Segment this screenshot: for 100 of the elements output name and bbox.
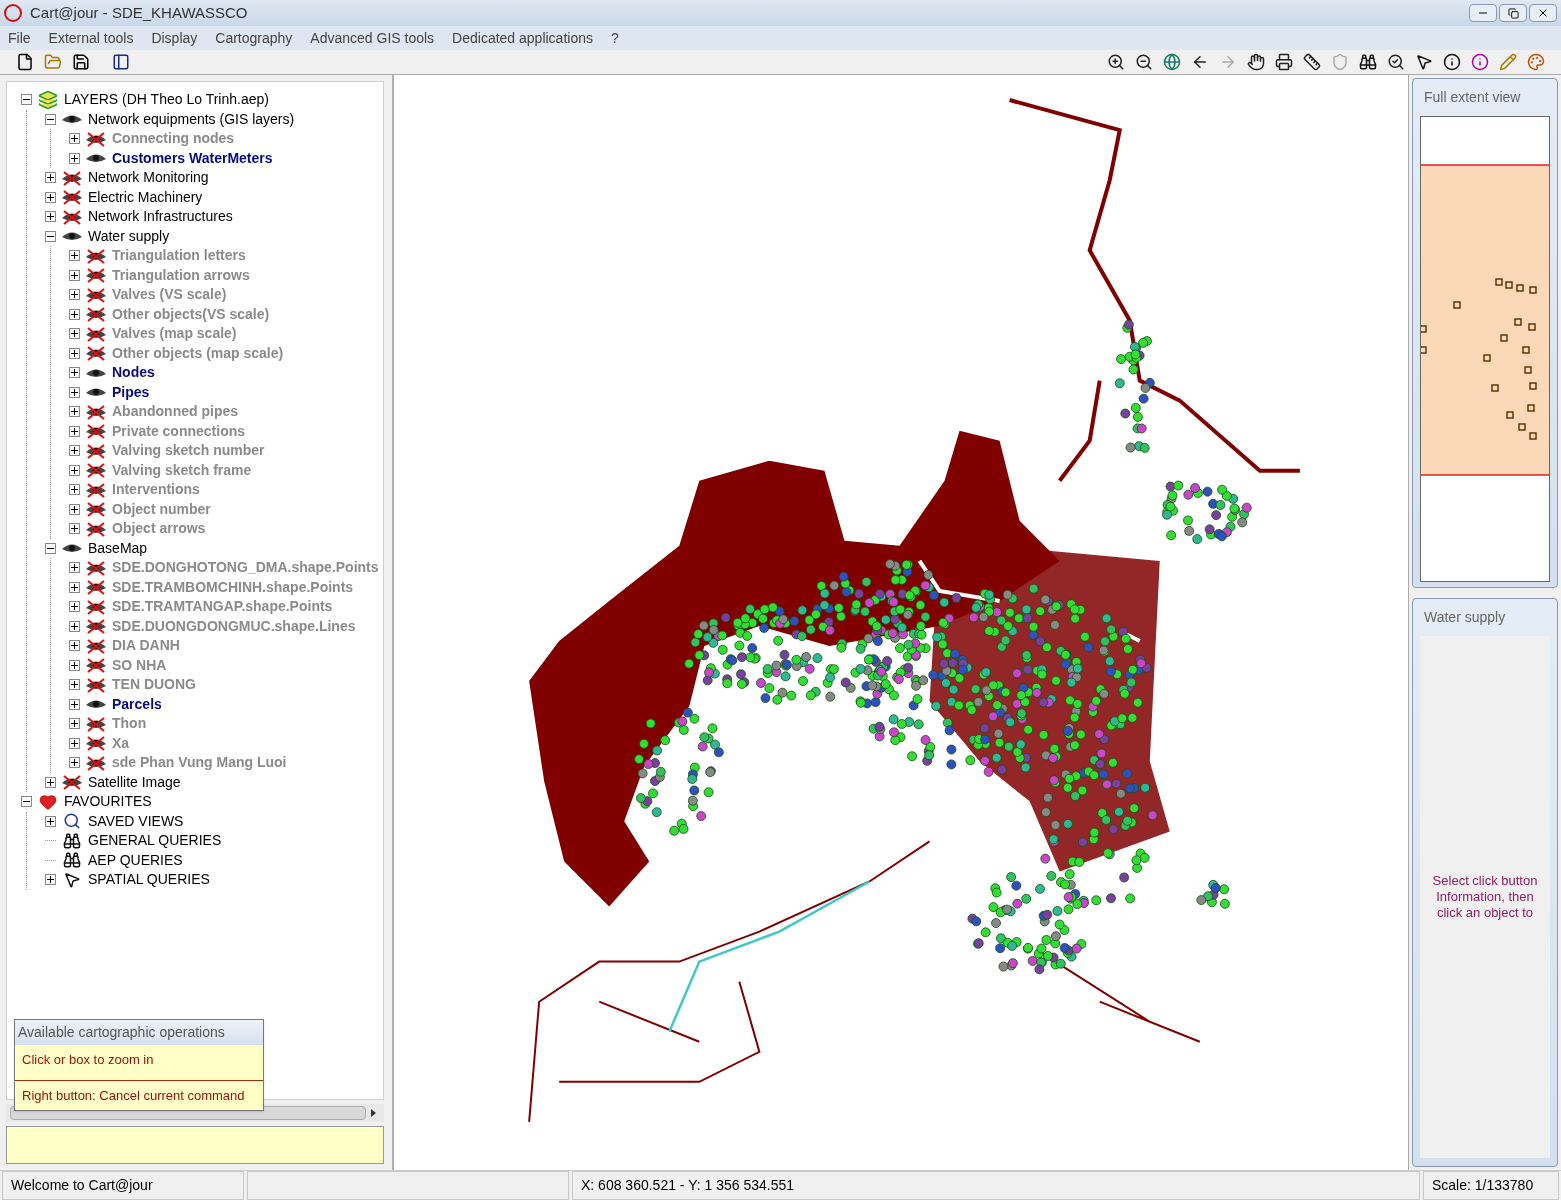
expand-toggle[interactable] [69, 679, 80, 691]
tree-item-label[interactable]: Customers WaterMeters [112, 147, 273, 169]
expand-toggle[interactable] [69, 562, 80, 574]
save-icon[interactable] [72, 53, 90, 71]
crossed-eye-icon[interactable] [85, 598, 107, 615]
collapse-toggle[interactable] [21, 796, 32, 808]
expand-toggle[interactable] [69, 133, 80, 145]
crossed-eye-icon[interactable] [85, 637, 107, 654]
crossed-eye-icon[interactable] [85, 520, 107, 537]
menu-item[interactable]: Cartography [215, 27, 293, 49]
overview-map-drawing[interactable] [1421, 117, 1549, 581]
expand-toggle[interactable] [69, 464, 80, 476]
crossed-eye-icon[interactable] [85, 247, 107, 264]
ruler-icon[interactable] [1303, 53, 1321, 71]
expand-toggle[interactable] [69, 620, 80, 632]
crossed-eye-icon[interactable] [85, 754, 107, 771]
zoom-out-icon[interactable] [1135, 53, 1153, 71]
expand-toggle[interactable] [45, 874, 56, 886]
crossed-eye-icon[interactable] [85, 715, 107, 732]
crossed-eye-icon[interactable] [61, 774, 83, 791]
tree-item-label[interactable]: LAYERS (DH Theo Lo Trinh.aep) [64, 89, 269, 111]
crossed-eye-icon[interactable] [85, 657, 107, 674]
tree-item-label[interactable]: SAVED VIEWS [88, 810, 184, 832]
tree-item-label[interactable]: Network Monitoring [88, 167, 209, 189]
expand-toggle[interactable] [69, 406, 80, 418]
palette-icon[interactable] [1527, 53, 1545, 71]
expand-toggle[interactable] [45, 172, 56, 184]
select-pointer-icon[interactable] [1415, 53, 1433, 71]
menu-item[interactable]: External tools [48, 27, 134, 49]
panel-toggle-icon[interactable] [112, 53, 130, 71]
crossed-eye-icon[interactable] [85, 579, 107, 596]
tree-item-label[interactable]: GENERAL QUERIES [88, 830, 222, 852]
expand-toggle[interactable] [69, 445, 80, 457]
expand-toggle[interactable] [69, 757, 80, 769]
expand-toggle[interactable] [69, 503, 80, 515]
expand-toggle[interactable] [69, 581, 80, 593]
crossed-eye-icon[interactable] [85, 501, 107, 518]
expand-toggle[interactable] [69, 250, 80, 262]
crossed-eye-icon[interactable] [85, 676, 107, 693]
expand-toggle[interactable] [69, 328, 80, 340]
hand-icon[interactable] [1247, 53, 1265, 71]
crossed-eye-icon[interactable] [85, 618, 107, 635]
menu-item[interactable]: Display [151, 27, 198, 49]
expand-toggle[interactable] [69, 484, 80, 496]
globe-icon[interactable] [1163, 53, 1181, 71]
expand-toggle[interactable] [45, 776, 56, 788]
crossed-eye-icon[interactable] [85, 267, 107, 284]
query-zoom-icon[interactable] [1387, 53, 1405, 71]
collapse-toggle[interactable] [21, 94, 32, 106]
collapse-toggle[interactable] [45, 542, 56, 554]
crossed-eye-icon[interactable] [61, 208, 83, 225]
crossed-eye-icon[interactable] [85, 559, 107, 576]
crossed-eye-icon[interactable] [85, 735, 107, 752]
crossed-eye-icon[interactable] [85, 286, 107, 303]
info-icon[interactable] [1443, 53, 1461, 71]
tree-item-label[interactable]: SPATIAL QUERIES [88, 869, 210, 891]
tree-item-label[interactable]: SO NHA [112, 654, 167, 676]
tree-item-label[interactable]: Pipes [112, 381, 150, 403]
command-field[interactable] [6, 1126, 384, 1164]
crossed-eye-icon[interactable] [85, 345, 107, 362]
open-folder-icon[interactable] [44, 53, 62, 71]
expand-toggle[interactable] [69, 601, 80, 613]
crossed-eye-icon[interactable] [85, 130, 107, 147]
binoculars-icon[interactable] [1359, 53, 1377, 71]
crossed-eye-icon[interactable] [85, 423, 107, 440]
new-file-icon[interactable] [16, 53, 34, 71]
menu-item[interactable]: ? [610, 27, 619, 49]
crossed-eye-icon[interactable] [61, 169, 83, 186]
crossed-eye-icon[interactable] [85, 442, 107, 459]
expand-toggle[interactable] [69, 659, 80, 671]
crossed-eye-icon[interactable] [85, 481, 107, 498]
expand-toggle[interactable] [69, 640, 80, 652]
crossed-eye-icon[interactable] [85, 462, 107, 479]
crossed-eye-icon[interactable] [85, 306, 107, 323]
scroll-right-arrow-icon[interactable] [370, 1109, 376, 1117]
tree-item-label[interactable]: Electric Machinery [88, 186, 203, 208]
menu-item[interactable]: Dedicated applications [452, 27, 593, 49]
tree-item-label[interactable]: Network Infrastructures [88, 206, 233, 228]
expand-toggle[interactable] [69, 152, 80, 164]
minimize-button[interactable] [1469, 4, 1497, 22]
tree-item-label[interactable]: FAVOURITES [64, 791, 152, 813]
tree-item-label[interactable]: Water supply [88, 225, 170, 247]
expand-toggle[interactable] [69, 425, 80, 437]
expand-toggle[interactable] [45, 815, 56, 827]
printer-icon[interactable] [1275, 53, 1293, 71]
collapse-toggle[interactable] [45, 113, 56, 125]
expand-toggle[interactable] [69, 718, 80, 730]
tree-item-label[interactable]: Parcels [112, 693, 162, 715]
crossed-eye-icon[interactable] [85, 325, 107, 342]
expand-toggle[interactable] [69, 698, 80, 710]
zoom-in-icon[interactable] [1107, 53, 1125, 71]
expand-toggle[interactable] [69, 269, 80, 281]
tree-item-label[interactable]: Satellite Image [88, 771, 181, 793]
expand-toggle[interactable] [45, 211, 56, 223]
crossed-eye-icon[interactable] [61, 189, 83, 206]
pencil-icon[interactable] [1499, 53, 1517, 71]
expand-toggle[interactable] [69, 386, 80, 398]
expand-toggle[interactable] [69, 289, 80, 301]
tree-item-label[interactable]: BaseMap [88, 537, 148, 559]
tree-item-label[interactable]: AEP QUERIES [88, 849, 183, 871]
